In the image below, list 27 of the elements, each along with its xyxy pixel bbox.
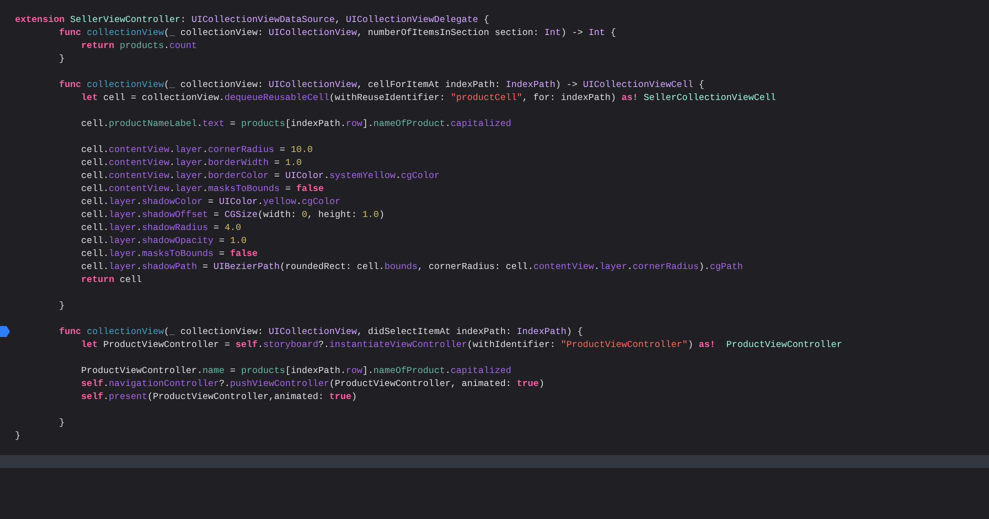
- code-line: cell.layer.shadowPath = UIBezierPath(roundedRect: cell.bounds, cornerRadius: cell.contentView.layer.cornerRadius).cgPath: [80, 260, 743, 273]
- code-line: return products.count: [80, 39, 197, 52]
- code-line: cell.contentView.layer.cornerRadius = 10.0: [80, 143, 313, 156]
- code-line: self.present(ProductViewController,animated: true): [80, 390, 357, 403]
- code-line: let cell = collectionView.dequeueReusableCell(withReuseIdentifier: "productCell", for: indexPath) as! SellerCollectionViewCell: [80, 91, 776, 104]
- code-line: cell.layer.shadowOffset = CGSize(width: 0, height: 1.0): [80, 208, 384, 221]
- code-line: cell.contentView.layer.borderWidth = 1.0: [80, 156, 302, 169]
- code-line: cell.productNameLabel.text = products[indexPath.row].nameOfProduct.capitalized: [80, 117, 512, 130]
- code-line: func collectionView(_ collectionView: UICollectionView, numberOfItemsInSection section: Int) -> Int {: [58, 26, 616, 39]
- code-line: }: [58, 416, 65, 429]
- code-line: cell.contentView.layer.masksToBounds = false: [80, 182, 324, 195]
- code-line: func collectionView(_ collectionView: UICollectionView, didSelectItemAt indexPath: IndexPath) {: [58, 325, 583, 338]
- breakpoint-icon[interactable]: [0, 326, 10, 337]
- code-line: self.navigationController?.pushViewController(ProductViewController, animated: true): [80, 377, 544, 390]
- code-line: return cell: [80, 273, 142, 286]
- code-line: cell.layer.shadowOpacity = 1.0: [80, 234, 247, 247]
- code-line: cell.contentView.layer.borderColor = UIColor.systemYellow.cgColor: [80, 169, 440, 182]
- code-line: func collectionView(_ collectionView: UICollectionView, cellForItemAt indexPath: IndexPath) -> UICollectionViewCell {: [58, 78, 704, 91]
- code-line: extension SellerViewController: UICollectionViewDataSource, UICollectionViewDelegate {: [14, 13, 490, 26]
- code-line: ProductViewController.name = products[indexPath.row].nameOfProduct.capitalized: [80, 364, 512, 377]
- code-line: }: [14, 429, 21, 442]
- code-line: }: [58, 52, 65, 65]
- code-line: let ProductViewController = self.storyboard?.instantiateViewController(withIdentifier: "ProductViewController") as! ProductViewController: [80, 338, 842, 351]
- code-line: cell.layer.masksToBounds = false: [80, 247, 258, 260]
- code-line: cell.layer.shadowColor = UIColor.yellow.cgColor: [80, 195, 340, 208]
- code-line: }: [58, 299, 65, 312]
- code-line: cell.layer.shadowRadius = 4.0: [80, 221, 242, 234]
